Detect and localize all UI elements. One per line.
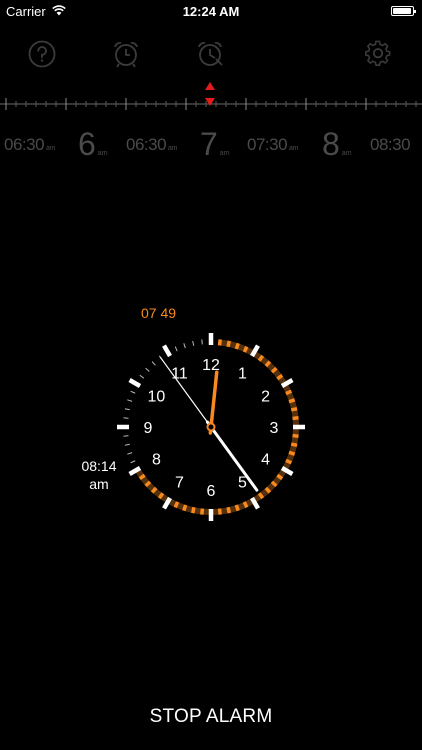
minute-tick [151, 361, 156, 366]
minute-tick [123, 435, 129, 437]
minute-tick [130, 460, 136, 464]
ruler-label: 08:30 [370, 135, 411, 154]
alarm-clock-timer-icon[interactable] [194, 38, 226, 70]
ruler-label: 6 am [78, 126, 108, 162]
battery-icon [391, 6, 416, 16]
minute-tick [145, 367, 150, 372]
clock-number: 9 [144, 420, 153, 437]
minute-tick [127, 399, 133, 402]
minute-tick [123, 417, 129, 419]
clock-number: 8 [152, 452, 161, 469]
minute-tick [201, 339, 203, 345]
minute-tick [192, 340, 195, 346]
current-time-ampm: am [89, 476, 109, 492]
ruler-label: 07:30 am [247, 135, 298, 154]
clock-number: 3 [270, 420, 279, 437]
minute-tick [139, 374, 145, 379]
up-arrow-icon [205, 82, 215, 90]
hour-marker [162, 344, 172, 358]
ruler-label: 06:30 am [126, 135, 177, 154]
clock-number: 10 [148, 389, 166, 406]
stop-alarm-button[interactable]: STOP ALARM [0, 706, 422, 728]
clock-number: 7 [175, 475, 184, 492]
minute-tick [130, 390, 136, 394]
current-time-label: 08:14 am [76, 457, 122, 493]
help-icon[interactable] [26, 38, 58, 70]
clock-number: 4 [261, 452, 270, 469]
clock-number: 6 [207, 483, 216, 500]
alarm-clock-icon[interactable] [110, 38, 142, 70]
clock-number: 11 [171, 365, 188, 382]
time-ruler[interactable]: 06:30 am 6 am 06:30 am 7 am 07:30 am 8 am 08:3… [0, 80, 422, 170]
analog-clock[interactable]: 12 1234567891011 [0, 297, 422, 557]
status-bar: Carrier 12:24 AM [0, 0, 422, 22]
ruler-label: 7 am [200, 126, 230, 162]
minute-tick [183, 343, 186, 349]
minute-tick [124, 408, 130, 411]
hour-marker [128, 378, 142, 388]
minute-tick [127, 452, 133, 455]
minute-tick [124, 443, 130, 446]
current-time-value: 08:14 [81, 458, 117, 474]
clock-number: 2 [261, 389, 270, 406]
ruler-label: 06:30 am [4, 135, 55, 154]
clock-hub [206, 422, 216, 432]
minute-tick [174, 346, 178, 352]
settings-icon[interactable] [362, 38, 394, 70]
status-time: 12:24 AM [182, 4, 240, 19]
ruler-label: 8 am [322, 126, 352, 162]
battery-fill [393, 8, 411, 14]
clock-number: 1 [238, 365, 247, 382]
